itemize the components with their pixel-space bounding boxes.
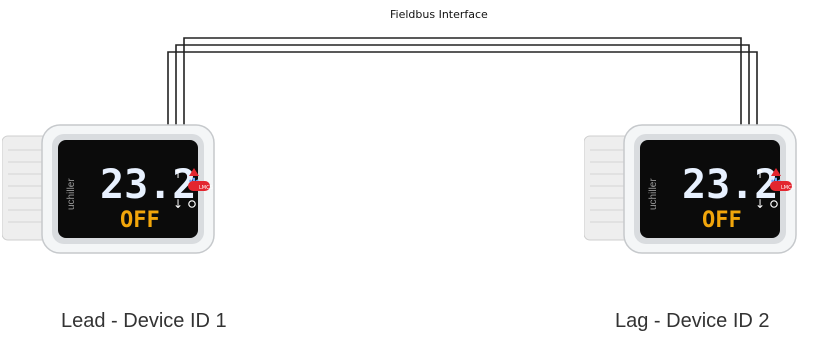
status-display: OFF	[120, 208, 160, 233]
lag-device-label: Lag - Device ID 2	[615, 310, 770, 332]
lead-controller: uchiller 23.2 OFF ✱ ↑ ↓ LMCS	[1, 120, 217, 258]
lead-device-label: Lead - Device ID 1	[61, 310, 227, 332]
status-display: OFF	[702, 208, 742, 233]
lag-controller: uchiller 23.2 OFF ✱ ↑ ↓ LMCS	[583, 120, 799, 258]
down-arrow-icon: ↓	[173, 197, 183, 211]
up-arrow-icon: ↑	[755, 167, 765, 181]
brand-logo: uchiller	[66, 178, 77, 210]
down-arrow-icon: ↓	[755, 197, 765, 211]
alarm-badge: LMCS	[199, 185, 213, 191]
up-arrow-icon: ↑	[173, 167, 183, 181]
alarm-badge: LMCS	[781, 185, 795, 191]
brand-logo: uchiller	[648, 178, 659, 210]
